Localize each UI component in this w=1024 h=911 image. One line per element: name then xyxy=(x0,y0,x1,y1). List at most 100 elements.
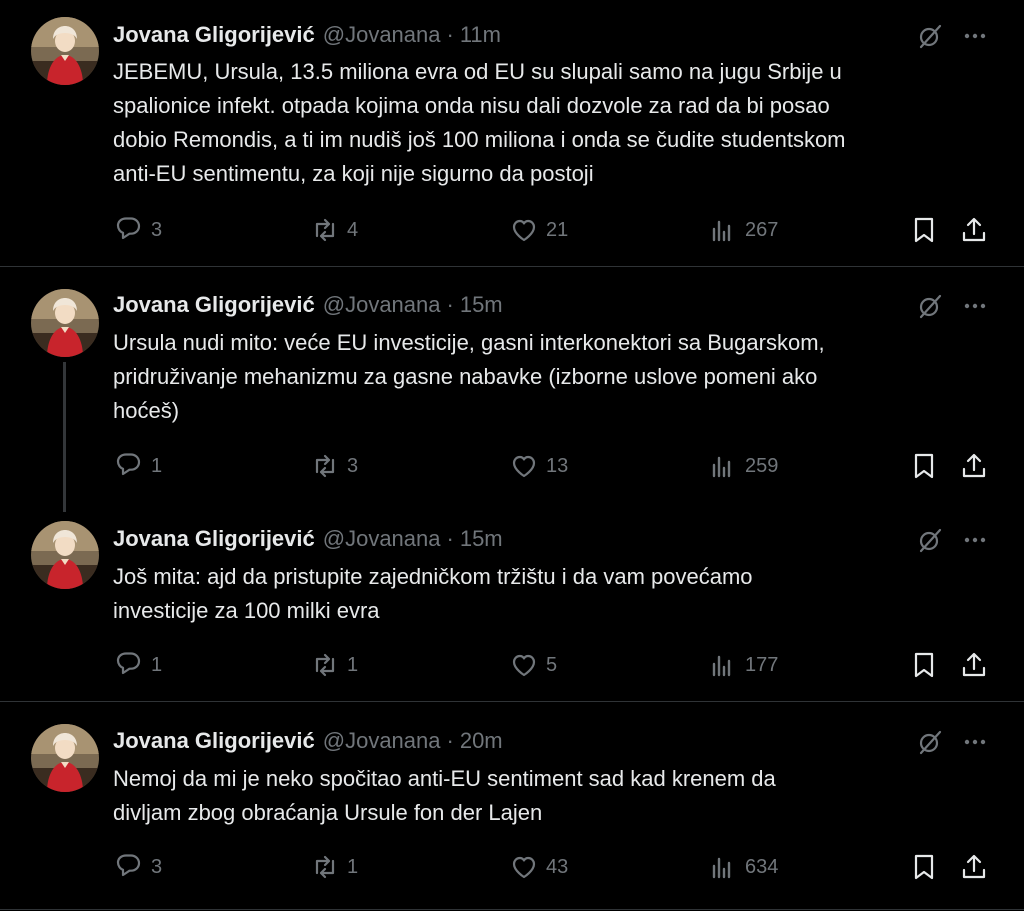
views-icon xyxy=(712,456,731,478)
share-icon[interactable] xyxy=(958,649,990,681)
user-handle[interactable]: @Jovanana xyxy=(323,292,441,318)
timestamp[interactable]: 15m xyxy=(460,526,503,552)
tweet[interactable]: Jovana Gligorijević @Jovanana · 20m Nemo… xyxy=(0,702,1024,909)
reply-icon xyxy=(116,453,141,476)
tweet-text-line: Ursula nudi mito: veće EU investicije, g… xyxy=(113,330,825,355)
timestamp[interactable]: 15m xyxy=(460,292,503,318)
views-icon xyxy=(712,655,731,677)
tweet-header: Jovana Gligorijević @Jovanana · 15m xyxy=(113,290,503,320)
user-handle[interactable]: @Jovanana xyxy=(323,22,441,48)
separator-dot: · xyxy=(446,728,454,753)
repost-button[interactable]: 1 xyxy=(309,649,358,681)
like-button[interactable]: 21 xyxy=(508,214,568,246)
tweet-text-line: JEBEMU, Ursula, 13.5 miliona evra od EU … xyxy=(113,59,842,84)
reply-count: 3 xyxy=(151,855,163,878)
tweet[interactable]: Jovana Gligorijević @Jovanana · 15m Još … xyxy=(0,501,1024,701)
tweet[interactable]: Jovana Gligorijević @Jovanana · 15m Ursu… xyxy=(0,267,1024,501)
display-name[interactable]: Jovana Gligorijević xyxy=(113,292,315,318)
separator-dot: · xyxy=(446,292,454,317)
bookmark-icon[interactable] xyxy=(908,851,940,883)
views-button[interactable]: 634 xyxy=(707,851,778,883)
avatar[interactable] xyxy=(31,17,99,85)
reply-count: 1 xyxy=(151,653,163,676)
user-handle[interactable]: @Jovanana xyxy=(323,526,441,552)
display-name[interactable]: Jovana Gligorijević xyxy=(113,22,315,48)
tweet-text-line: Nemoj da mi je neko spočitao anti-EU sen… xyxy=(113,766,776,791)
repost-count: 3 xyxy=(347,454,359,477)
heart-icon xyxy=(512,654,536,677)
tweet-header: Jovana Gligorijević @Jovanana · 11m xyxy=(113,20,501,50)
reply-icon xyxy=(116,854,141,877)
share-icon[interactable] xyxy=(958,214,990,246)
more-icon[interactable] xyxy=(959,20,991,52)
view-count: 259 xyxy=(745,454,779,477)
tweet-text-line: spalionice infekt. otpada kojima onda ni… xyxy=(113,93,830,118)
grok-icon[interactable] xyxy=(914,20,946,52)
reply-count: 3 xyxy=(151,218,163,241)
tweet-text: Nemoj da mi je neko spočitao anti-EU sen… xyxy=(113,762,1013,830)
display-name[interactable]: Jovana Gligorijević xyxy=(113,526,315,552)
bookmark-icon[interactable] xyxy=(908,450,940,482)
tweet-text: Ursula nudi mito: veće EU investicije, g… xyxy=(113,326,1013,428)
repost-icon xyxy=(315,454,335,478)
more-icon[interactable] xyxy=(959,290,991,322)
like-count: 13 xyxy=(546,454,569,477)
thread-line xyxy=(63,362,66,512)
like-count: 5 xyxy=(546,653,558,676)
grok-icon[interactable] xyxy=(914,524,946,556)
views-button[interactable]: 259 xyxy=(707,450,778,482)
avatar[interactable] xyxy=(31,521,99,589)
timestamp[interactable]: 11m xyxy=(460,22,501,48)
views-button[interactable]: 177 xyxy=(707,649,778,681)
repost-count: 1 xyxy=(347,855,359,878)
display-name[interactable]: Jovana Gligorijević xyxy=(113,728,315,754)
tweet-text: JEBEMU, Ursula, 13.5 miliona evra od EU … xyxy=(113,55,1013,191)
like-count: 21 xyxy=(546,218,569,241)
tweet-text-line: divljam zbog obraćanja Ursule fon der La… xyxy=(113,800,543,825)
share-icon[interactable] xyxy=(958,851,990,883)
view-count: 634 xyxy=(745,855,779,878)
tweet-header: Jovana Gligorijević @Jovanana · 15m xyxy=(113,524,503,554)
grok-icon[interactable] xyxy=(914,726,946,758)
grok-icon[interactable] xyxy=(914,290,946,322)
more-icon[interactable] xyxy=(959,726,991,758)
heart-icon xyxy=(512,455,536,478)
view-count: 177 xyxy=(745,653,779,676)
timestamp[interactable]: 20m xyxy=(460,728,503,754)
repost-count: 4 xyxy=(347,218,359,241)
avatar[interactable] xyxy=(31,289,99,357)
avatar[interactable] xyxy=(31,724,99,792)
heart-icon xyxy=(512,219,536,242)
reply-count: 1 xyxy=(151,454,163,477)
reply-button[interactable]: 3 xyxy=(113,214,162,246)
repost-count: 1 xyxy=(347,653,359,676)
repost-button[interactable]: 1 xyxy=(309,851,358,883)
views-button[interactable]: 267 xyxy=(707,214,778,246)
tweet[interactable]: Jovana Gligorijević @Jovanana · 11m JEBE… xyxy=(0,0,1024,266)
tweet-text-line: hoćeš) xyxy=(113,398,180,423)
more-icon[interactable] xyxy=(959,524,991,556)
reply-icon xyxy=(116,652,141,675)
bookmark-icon[interactable] xyxy=(908,214,940,246)
views-icon xyxy=(712,220,731,242)
repost-button[interactable]: 4 xyxy=(309,214,358,246)
separator-dot: · xyxy=(446,22,454,47)
tweet-text-line: pridruživanje mehanizmu za gasne nabavke… xyxy=(113,364,818,389)
share-icon[interactable] xyxy=(958,450,990,482)
bookmark-icon[interactable] xyxy=(908,649,940,681)
reply-button[interactable]: 1 xyxy=(113,450,162,482)
tweet-text: Još mita: ajd da pristupite zajedničkom … xyxy=(113,560,1013,628)
divider xyxy=(0,909,1024,910)
reply-button[interactable]: 1 xyxy=(113,649,162,681)
repost-button[interactable]: 3 xyxy=(309,450,358,482)
user-handle[interactable]: @Jovanana xyxy=(323,728,441,754)
like-button[interactable]: 5 xyxy=(508,649,557,681)
repost-icon xyxy=(315,855,335,879)
reply-button[interactable]: 3 xyxy=(113,851,162,883)
tweet-header: Jovana Gligorijević @Jovanana · 20m xyxy=(113,726,503,756)
like-button[interactable]: 43 xyxy=(508,851,568,883)
tweet-text-line: Još mita: ajd da pristupite zajedničkom … xyxy=(113,564,753,589)
like-button[interactable]: 13 xyxy=(508,450,568,482)
tweet-text-line: dobio Remondis, a ti im nudiš još 100 mi… xyxy=(113,127,846,152)
reply-icon xyxy=(116,217,141,240)
